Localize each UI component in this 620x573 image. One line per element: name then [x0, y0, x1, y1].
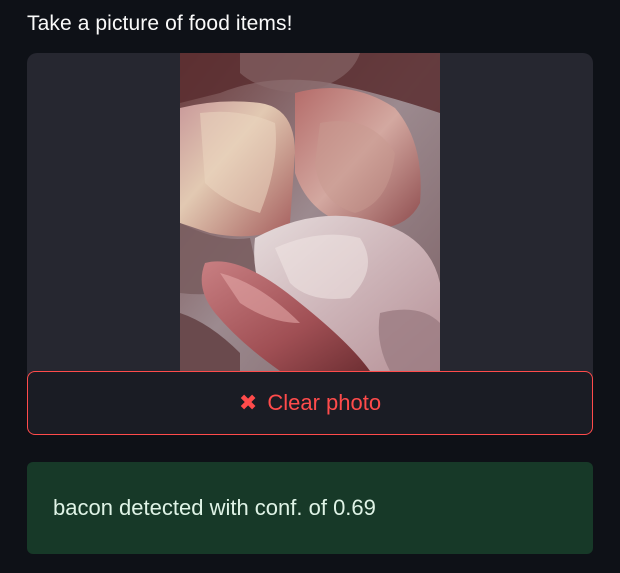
clear-photo-button[interactable]: ✖ Clear photo — [27, 371, 593, 435]
camera-input-frame: ✖ Clear photo — [27, 53, 593, 435]
close-x-icon: ✖ — [238, 390, 258, 415]
clear-photo-label: Clear photo — [267, 390, 382, 415]
success-alert: bacon detected with conf. of 0.69 — [27, 462, 593, 554]
detection-result-text: bacon detected with conf. of 0.69 — [53, 495, 376, 520]
captured-photo — [180, 53, 440, 371]
camera-input-page: Take a picture of food items! ✖ Clear ph… — [0, 0, 620, 573]
camera-input-label: Take a picture of food items! — [27, 12, 293, 35]
